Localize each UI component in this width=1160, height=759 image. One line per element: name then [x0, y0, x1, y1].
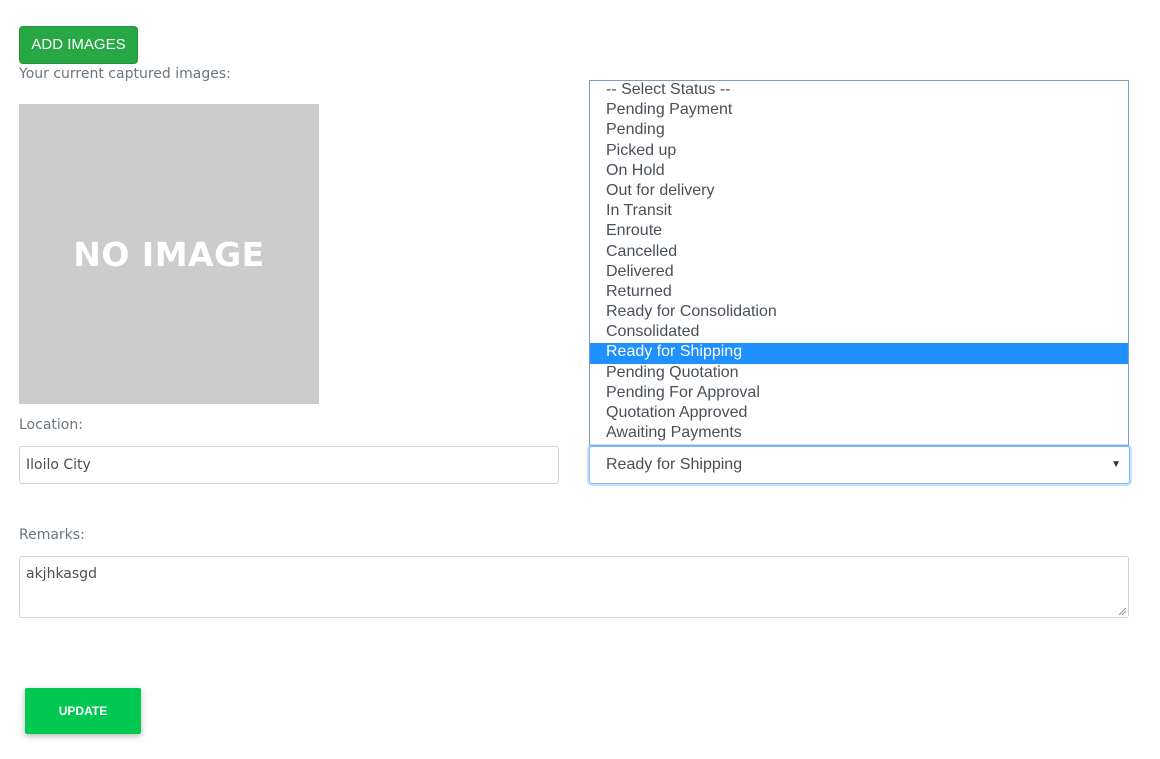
location-input[interactable]: Iloilo City: [19, 446, 559, 484]
status-select-value: Ready for Shipping: [606, 456, 743, 473]
status-option[interactable]: Delivered: [590, 263, 1128, 283]
resize-grip-icon[interactable]: [1118, 607, 1126, 615]
status-option[interactable]: On Hold: [590, 162, 1128, 182]
status-option[interactable]: Pending Quotation: [590, 364, 1128, 384]
status-option[interactable]: Cancelled: [590, 243, 1128, 263]
status-option[interactable]: Consolidated: [590, 323, 1128, 343]
status-option[interactable]: Ready for Shipping: [590, 343, 1128, 364]
shipment-edit-form: ADD IMAGES Your current captured images:…: [0, 0, 1160, 759]
status-option[interactable]: Enroute: [590, 222, 1128, 242]
status-option[interactable]: Pending: [590, 121, 1128, 141]
status-option[interactable]: Quotation Approved: [590, 404, 1128, 424]
captured-images-label: Your current captured images:: [19, 66, 231, 82]
status-option[interactable]: In Transit: [590, 202, 1128, 222]
status-option[interactable]: Returned: [590, 283, 1128, 303]
status-option[interactable]: -- Select Status --: [590, 81, 1128, 101]
status-dropdown-list[interactable]: -- Select Status -- Pending Payment Pendin…: [589, 80, 1129, 446]
status-option[interactable]: Pending For Approval: [590, 384, 1128, 404]
status-option[interactable]: Ready for Consolidation: [590, 303, 1128, 323]
status-option[interactable]: Pending Payment: [590, 101, 1128, 121]
status-select[interactable]: Ready for Shipping ▼: [589, 446, 1130, 484]
status-option[interactable]: Out for delivery: [590, 182, 1128, 202]
remarks-label: Remarks:: [19, 527, 85, 543]
chevron-down-icon: ▼: [1111, 459, 1121, 470]
status-option[interactable]: Picked up: [590, 142, 1128, 162]
update-button[interactable]: UPDATE: [25, 688, 141, 734]
add-images-button[interactable]: ADD IMAGES: [19, 26, 138, 64]
no-image-text: NO IMAGE: [73, 234, 265, 274]
no-image-placeholder: NO IMAGE: [19, 104, 319, 404]
remarks-text: akjhkasgd: [26, 566, 97, 582]
location-label: Location:: [19, 417, 83, 433]
status-option[interactable]: Awaiting Payments: [590, 424, 1128, 444]
remarks-textarea[interactable]: akjhkasgd: [19, 556, 1129, 618]
